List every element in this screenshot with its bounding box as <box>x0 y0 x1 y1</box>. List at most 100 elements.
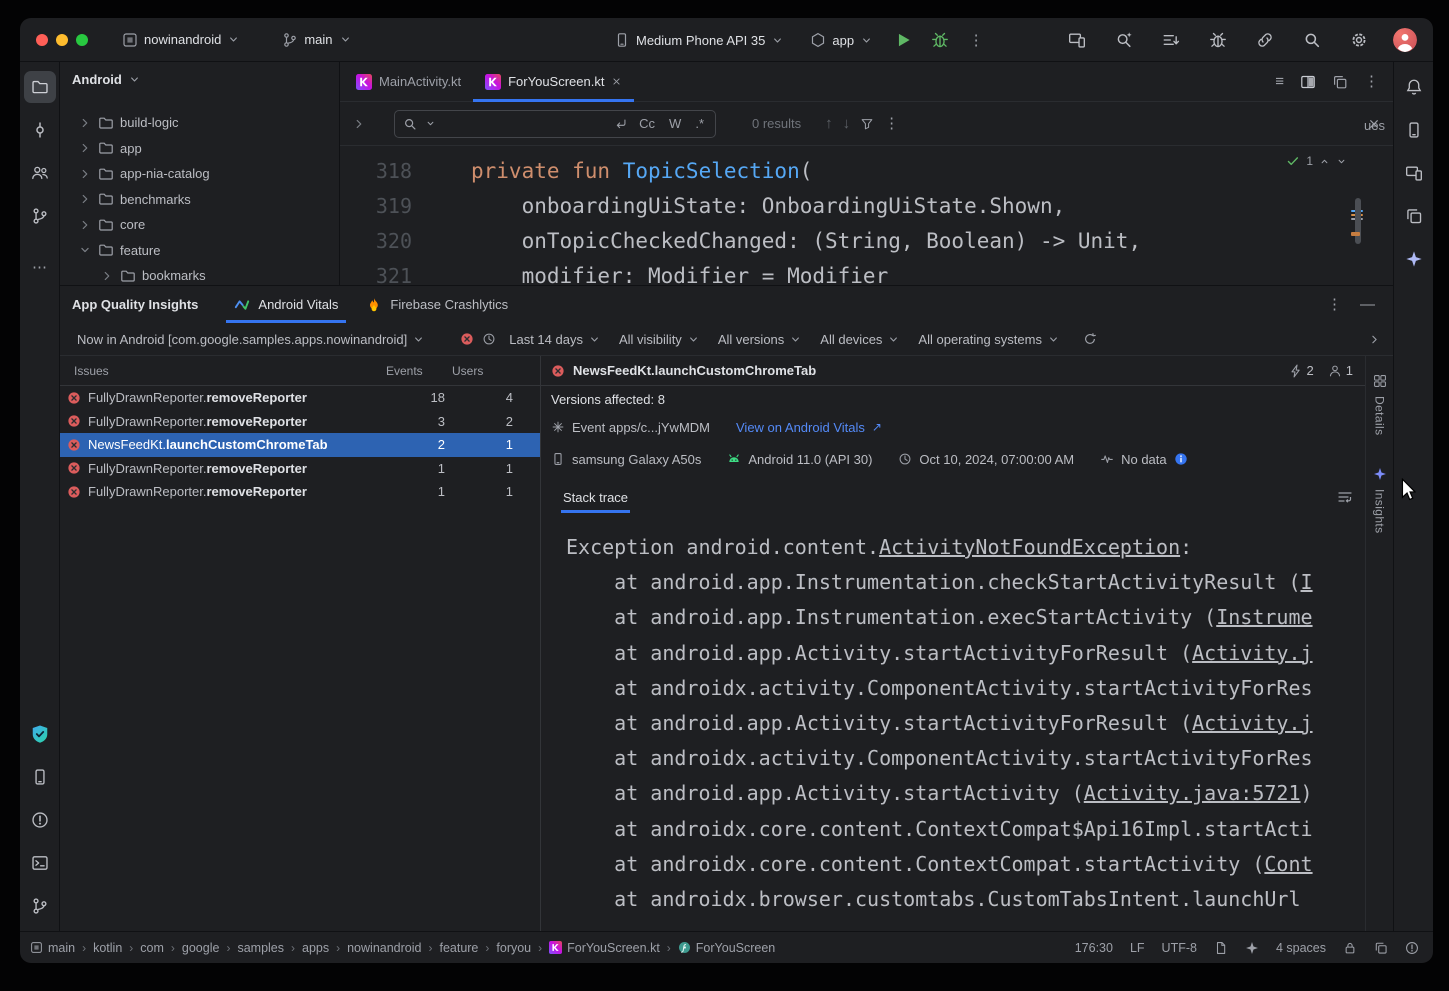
warning-stripe-mark[interactable] <box>1351 232 1360 236</box>
tab-android-vitals[interactable]: Android Vitals <box>220 286 352 323</box>
whole-words-toggle[interactable]: W <box>666 115 684 132</box>
editor-more-options-icon[interactable]: ⋮ <box>1364 74 1379 89</box>
editor-layout-icon[interactable] <box>1332 74 1348 90</box>
run-config-selector[interactable]: app <box>802 27 881 53</box>
minimize-window-button[interactable] <box>56 34 68 46</box>
version-control-tool-button[interactable] <box>24 890 56 922</box>
ai-assistant-icon[interactable] <box>1245 941 1259 955</box>
profiler-icon[interactable] <box>1252 27 1278 53</box>
issue-row[interactable]: FullyDrawnReporter.removeReporter 1 1 <box>60 457 540 481</box>
maximize-window-button[interactable] <box>76 34 88 46</box>
resource-manager-tool-button[interactable] <box>1398 200 1430 232</box>
breadcrumb-item[interactable]: main <box>30 941 75 955</box>
stack-link[interactable]: Activity.j <box>1192 711 1312 735</box>
tab-stack-trace[interactable]: Stack trace <box>561 476 630 518</box>
tree-item-app-nia-catalog[interactable]: app-nia-catalog <box>60 161 339 187</box>
close-window-button[interactable] <box>36 34 48 46</box>
tree-item-build-logic[interactable]: build-logic <box>60 110 339 136</box>
problems-tool-button[interactable] <box>24 804 56 836</box>
inspections-widget[interactable]: 1 <box>1286 154 1347 168</box>
issue-row-selected[interactable]: NewsFeedKt.launchCustomChromeTab 2 1 <box>60 433 540 457</box>
project-selector[interactable]: nowinandroid <box>114 27 248 53</box>
multiline-search-icon[interactable] <box>614 117 628 131</box>
previous-problem-icon[interactable] <box>1319 156 1330 167</box>
line-separator[interactable]: LF <box>1130 941 1145 955</box>
caret-position[interactable]: 176:30 <box>1075 941 1113 955</box>
stack-link[interactable]: Instrume <box>1216 605 1312 629</box>
fatal-severity-filter-icon[interactable] <box>460 332 474 346</box>
issue-row[interactable]: FullyDrawnReporter.removeReporter 18 4 <box>60 386 540 410</box>
app-filter-dropdown[interactable]: Now in Android [com.google.samples.apps.… <box>72 329 430 350</box>
side-tab-details[interactable]: Details <box>1373 396 1387 435</box>
device-manager-tool-button[interactable] <box>24 761 56 793</box>
issue-row[interactable]: FullyDrawnReporter.removeReporter 1 1 <box>60 480 540 504</box>
tree-item-bookmarks[interactable]: bookmarks <box>60 263 339 285</box>
stack-link[interactable]: Activity.java:5721 <box>1084 781 1301 805</box>
running-devices-tool-button[interactable] <box>1398 157 1430 189</box>
stack-link[interactable]: Cont <box>1264 852 1312 876</box>
refresh-icon[interactable] <box>1083 332 1097 346</box>
soft-wrap-icon[interactable] <box>1337 489 1353 505</box>
stack-link[interactable]: I <box>1301 570 1313 594</box>
lock-icon[interactable] <box>1343 941 1357 955</box>
view-on-android-vitals-link[interactable]: View on Android Vitals <box>736 420 865 435</box>
regex-toggle[interactable]: .* <box>692 115 707 132</box>
status-info-icon[interactable] <box>1405 941 1419 955</box>
time-filter-icon[interactable] <box>482 332 496 346</box>
tree-item-app[interactable]: app <box>60 136 339 162</box>
breadcrumb-item[interactable]: samples <box>237 941 284 955</box>
layers-icon[interactable] <box>1374 941 1388 955</box>
pull-requests-tool-button[interactable] <box>24 157 56 189</box>
branch-selector[interactable]: main <box>274 27 359 53</box>
panel-options-icon[interactable]: ⋮ <box>1327 297 1342 312</box>
plugins-icon[interactable] <box>1205 27 1231 53</box>
search-filter-icon[interactable] <box>860 117 874 131</box>
stack-link[interactable]: ActivityNotFoundException <box>879 535 1180 559</box>
more-run-options-icon[interactable]: ⋮ <box>963 27 989 53</box>
column-issues[interactable]: Issues <box>74 364 386 378</box>
breadcrumb-item[interactable]: feature <box>439 941 478 955</box>
hide-panel-icon[interactable]: — <box>1360 297 1375 312</box>
debug-button[interactable] <box>927 27 953 53</box>
tree-item-core[interactable]: core <box>60 212 339 238</box>
run-button[interactable] <box>891 27 917 53</box>
stack-link[interactable]: Activity.j <box>1192 641 1312 665</box>
next-occurrence-icon[interactable]: ↓ <box>843 115 851 132</box>
info-icon[interactable] <box>1174 452 1188 466</box>
project-tool-button[interactable] <box>24 71 56 103</box>
insights-spark-icon[interactable] <box>1373 467 1387 481</box>
breadcrumb-function[interactable]: ForYouScreen <box>678 941 775 955</box>
side-tab-insights[interactable]: Insights <box>1373 489 1387 534</box>
scroll-filters-right-icon[interactable] <box>1368 333 1381 346</box>
breadcrumb-item[interactable]: foryou <box>496 941 531 955</box>
breadcrumb-item[interactable]: kotlin <box>93 941 122 955</box>
time-range-dropdown[interactable]: Last 14 days <box>504 329 606 350</box>
breadcrumb-item[interactable]: apps <box>302 941 329 955</box>
column-users[interactable]: Users <box>452 364 526 378</box>
match-case-toggle[interactable]: Cc <box>636 115 658 132</box>
more-tool-windows-icon[interactable]: ⋯ <box>24 251 56 283</box>
expand-search-icon[interactable] <box>352 117 366 131</box>
app-quality-insights-tool-button[interactable] <box>24 718 56 750</box>
structure-list-icon[interactable]: ≡ <box>1275 74 1284 89</box>
settings-gear-icon[interactable] <box>1346 27 1372 53</box>
tree-item-feature[interactable]: feature <box>60 238 339 264</box>
split-editor-icon[interactable] <box>1300 74 1316 90</box>
device-selector[interactable]: Medium Phone API 35 <box>606 27 792 53</box>
issue-row[interactable]: FullyDrawnReporter.removeReporter 3 2 <box>60 410 540 434</box>
update-project-icon[interactable] <box>1158 27 1184 53</box>
breadcrumb-file[interactable]: ForYouScreen.kt <box>549 941 660 955</box>
search-input[interactable] <box>444 116 606 131</box>
indent-setting[interactable]: 4 spaces <box>1276 941 1326 955</box>
close-tab-icon[interactable] <box>611 76 622 87</box>
breadcrumb-item[interactable]: com <box>140 941 164 955</box>
gemini-tool-button[interactable] <box>1398 243 1430 275</box>
notifications-tool-button[interactable] <box>1398 71 1430 103</box>
search-history-chevron-icon[interactable] <box>425 118 436 129</box>
details-tab-icon[interactable] <box>1373 374 1387 388</box>
search-field[interactable]: Cc W .* <box>394 110 716 138</box>
read-only-icon[interactable] <box>1214 941 1228 955</box>
search-with-ai-icon[interactable] <box>1111 27 1137 53</box>
tab-firebase-crashlytics[interactable]: Firebase Crashlytics <box>352 286 522 323</box>
search-more-options-icon[interactable]: ⋮ <box>884 116 899 131</box>
